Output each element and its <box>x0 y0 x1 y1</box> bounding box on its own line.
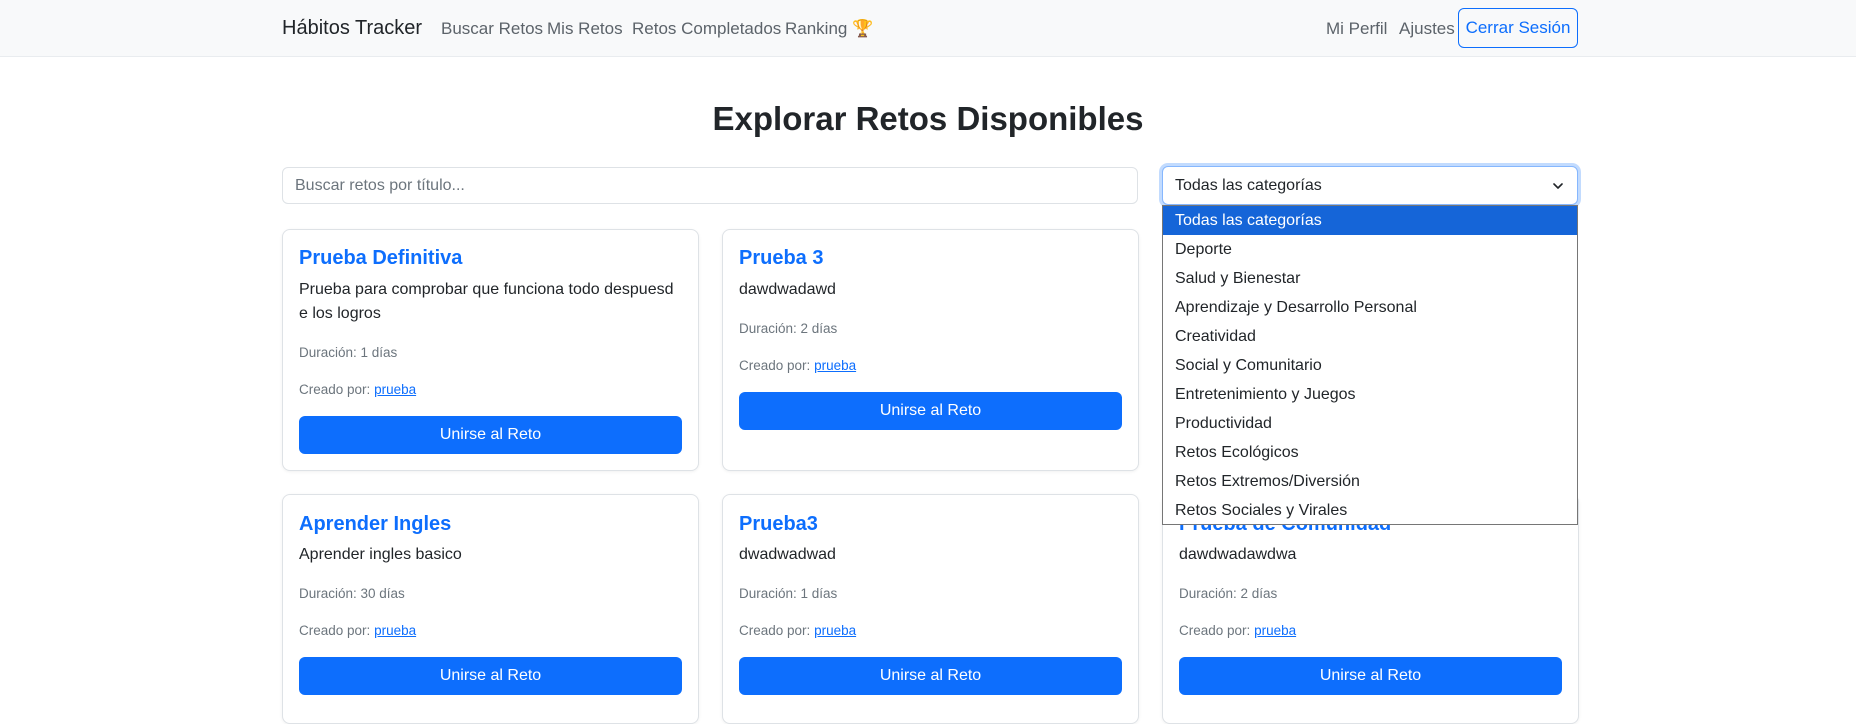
join-challenge-button[interactable]: Unirse al Reto <box>739 657 1122 695</box>
category-option[interactable]: Social y Comunitario <box>1163 351 1577 380</box>
card-creator: Creado por: prueba <box>299 382 417 397</box>
nav-mi-perfil[interactable]: Mi Perfil <box>1326 19 1387 39</box>
card-duration: Duración: 2 días <box>739 321 838 336</box>
card-description: Prueba para comprobar que funciona todo … <box>299 281 674 322</box>
card-description: dawdwadawdwa <box>1179 546 1297 563</box>
card-description: Aprender ingles basico <box>299 546 462 563</box>
creator-link[interactable]: prueba <box>1254 623 1296 638</box>
page-title: Explorar Retos Disponibles <box>712 100 1144 137</box>
challenge-card: Prueba 3 dawdwadawd Duración: 2 días Cre… <box>722 229 1139 471</box>
category-select-value: Todas las categorías <box>1175 176 1322 194</box>
card-creator: Creado por: prueba <box>299 623 417 638</box>
category-select[interactable]: Todas las categorías <box>1162 166 1578 205</box>
challenge-card: Aprender Ingles Aprender ingles basico D… <box>282 494 699 724</box>
category-option[interactable]: Aprendizaje y Desarrollo Personal <box>1163 293 1577 322</box>
search-input[interactable] <box>282 167 1138 204</box>
nav-mis-retos[interactable]: Mis Retos <box>547 19 623 39</box>
challenge-card: Prueba Definitiva Prueba para comprobar … <box>282 229 699 471</box>
category-option[interactable]: Retos Ecológicos <box>1163 438 1577 467</box>
category-option[interactable]: Salud y Bienestar <box>1163 264 1577 293</box>
navbar: Hábitos Tracker Buscar Retos Mis Retos R… <box>0 0 1856 57</box>
card-title[interactable]: Prueba 3 <box>739 247 823 270</box>
challenge-card: Prueba3 dwadwadwad Duración: 1 días Crea… <box>722 494 1139 724</box>
creator-link[interactable]: prueba <box>814 358 856 373</box>
card-description: dawdwadawd <box>739 281 836 298</box>
card-creator: Creado por: prueba <box>739 623 857 638</box>
category-option[interactable]: Creatividad <box>1163 322 1577 351</box>
join-challenge-button[interactable]: Unirse al Reto <box>739 392 1122 430</box>
join-challenge-button[interactable]: Unirse al Reto <box>299 657 682 695</box>
nav-ranking[interactable]: Ranking 🏆 <box>785 19 873 39</box>
category-dropdown-list: Todas las categorías Deporte Salud y Bie… <box>1162 205 1578 525</box>
card-title[interactable]: Prueba Definitiva <box>299 247 462 270</box>
brand-logo[interactable]: Hábitos Tracker <box>282 17 422 40</box>
nav-ajustes[interactable]: Ajustes <box>1399 19 1455 39</box>
card-title[interactable]: Aprender Ingles <box>299 513 451 536</box>
category-option[interactable]: Entretenimiento y Juegos <box>1163 380 1577 409</box>
card-duration: Duración: 1 días <box>739 586 838 601</box>
logout-button[interactable]: Cerrar Sesión <box>1458 8 1578 48</box>
card-creator: Creado por: prueba <box>739 358 857 373</box>
category-option[interactable]: Retos Sociales y Virales <box>1163 496 1577 525</box>
creator-link[interactable]: prueba <box>374 623 416 638</box>
card-duration: Duración: 1 días <box>299 345 398 360</box>
join-challenge-button[interactable]: Unirse al Reto <box>299 416 682 454</box>
join-challenge-button[interactable]: Unirse al Reto <box>1179 657 1562 695</box>
category-option[interactable]: Todas las categorías <box>1163 206 1577 235</box>
category-option[interactable]: Deporte <box>1163 235 1577 264</box>
nav-buscar-retos[interactable]: Buscar Retos <box>441 19 543 39</box>
card-description: dwadwadwad <box>739 546 836 563</box>
card-duration: Duración: 30 días <box>299 586 405 601</box>
card-title[interactable]: Prueba3 <box>739 513 818 536</box>
nav-retos-completados[interactable]: Retos Completados <box>632 19 781 39</box>
creator-link[interactable]: prueba <box>814 623 856 638</box>
chevron-down-icon <box>1553 183 1563 189</box>
category-option[interactable]: Productividad <box>1163 409 1577 438</box>
card-creator: Creado por: prueba <box>1179 623 1297 638</box>
card-duration: Duración: 2 días <box>1179 586 1278 601</box>
challenge-card: Prueba de Comunidad dawdwadawdwa Duració… <box>1162 494 1579 724</box>
category-option[interactable]: Retos Extremos/Diversión <box>1163 467 1577 496</box>
creator-link[interactable]: prueba <box>374 382 416 397</box>
